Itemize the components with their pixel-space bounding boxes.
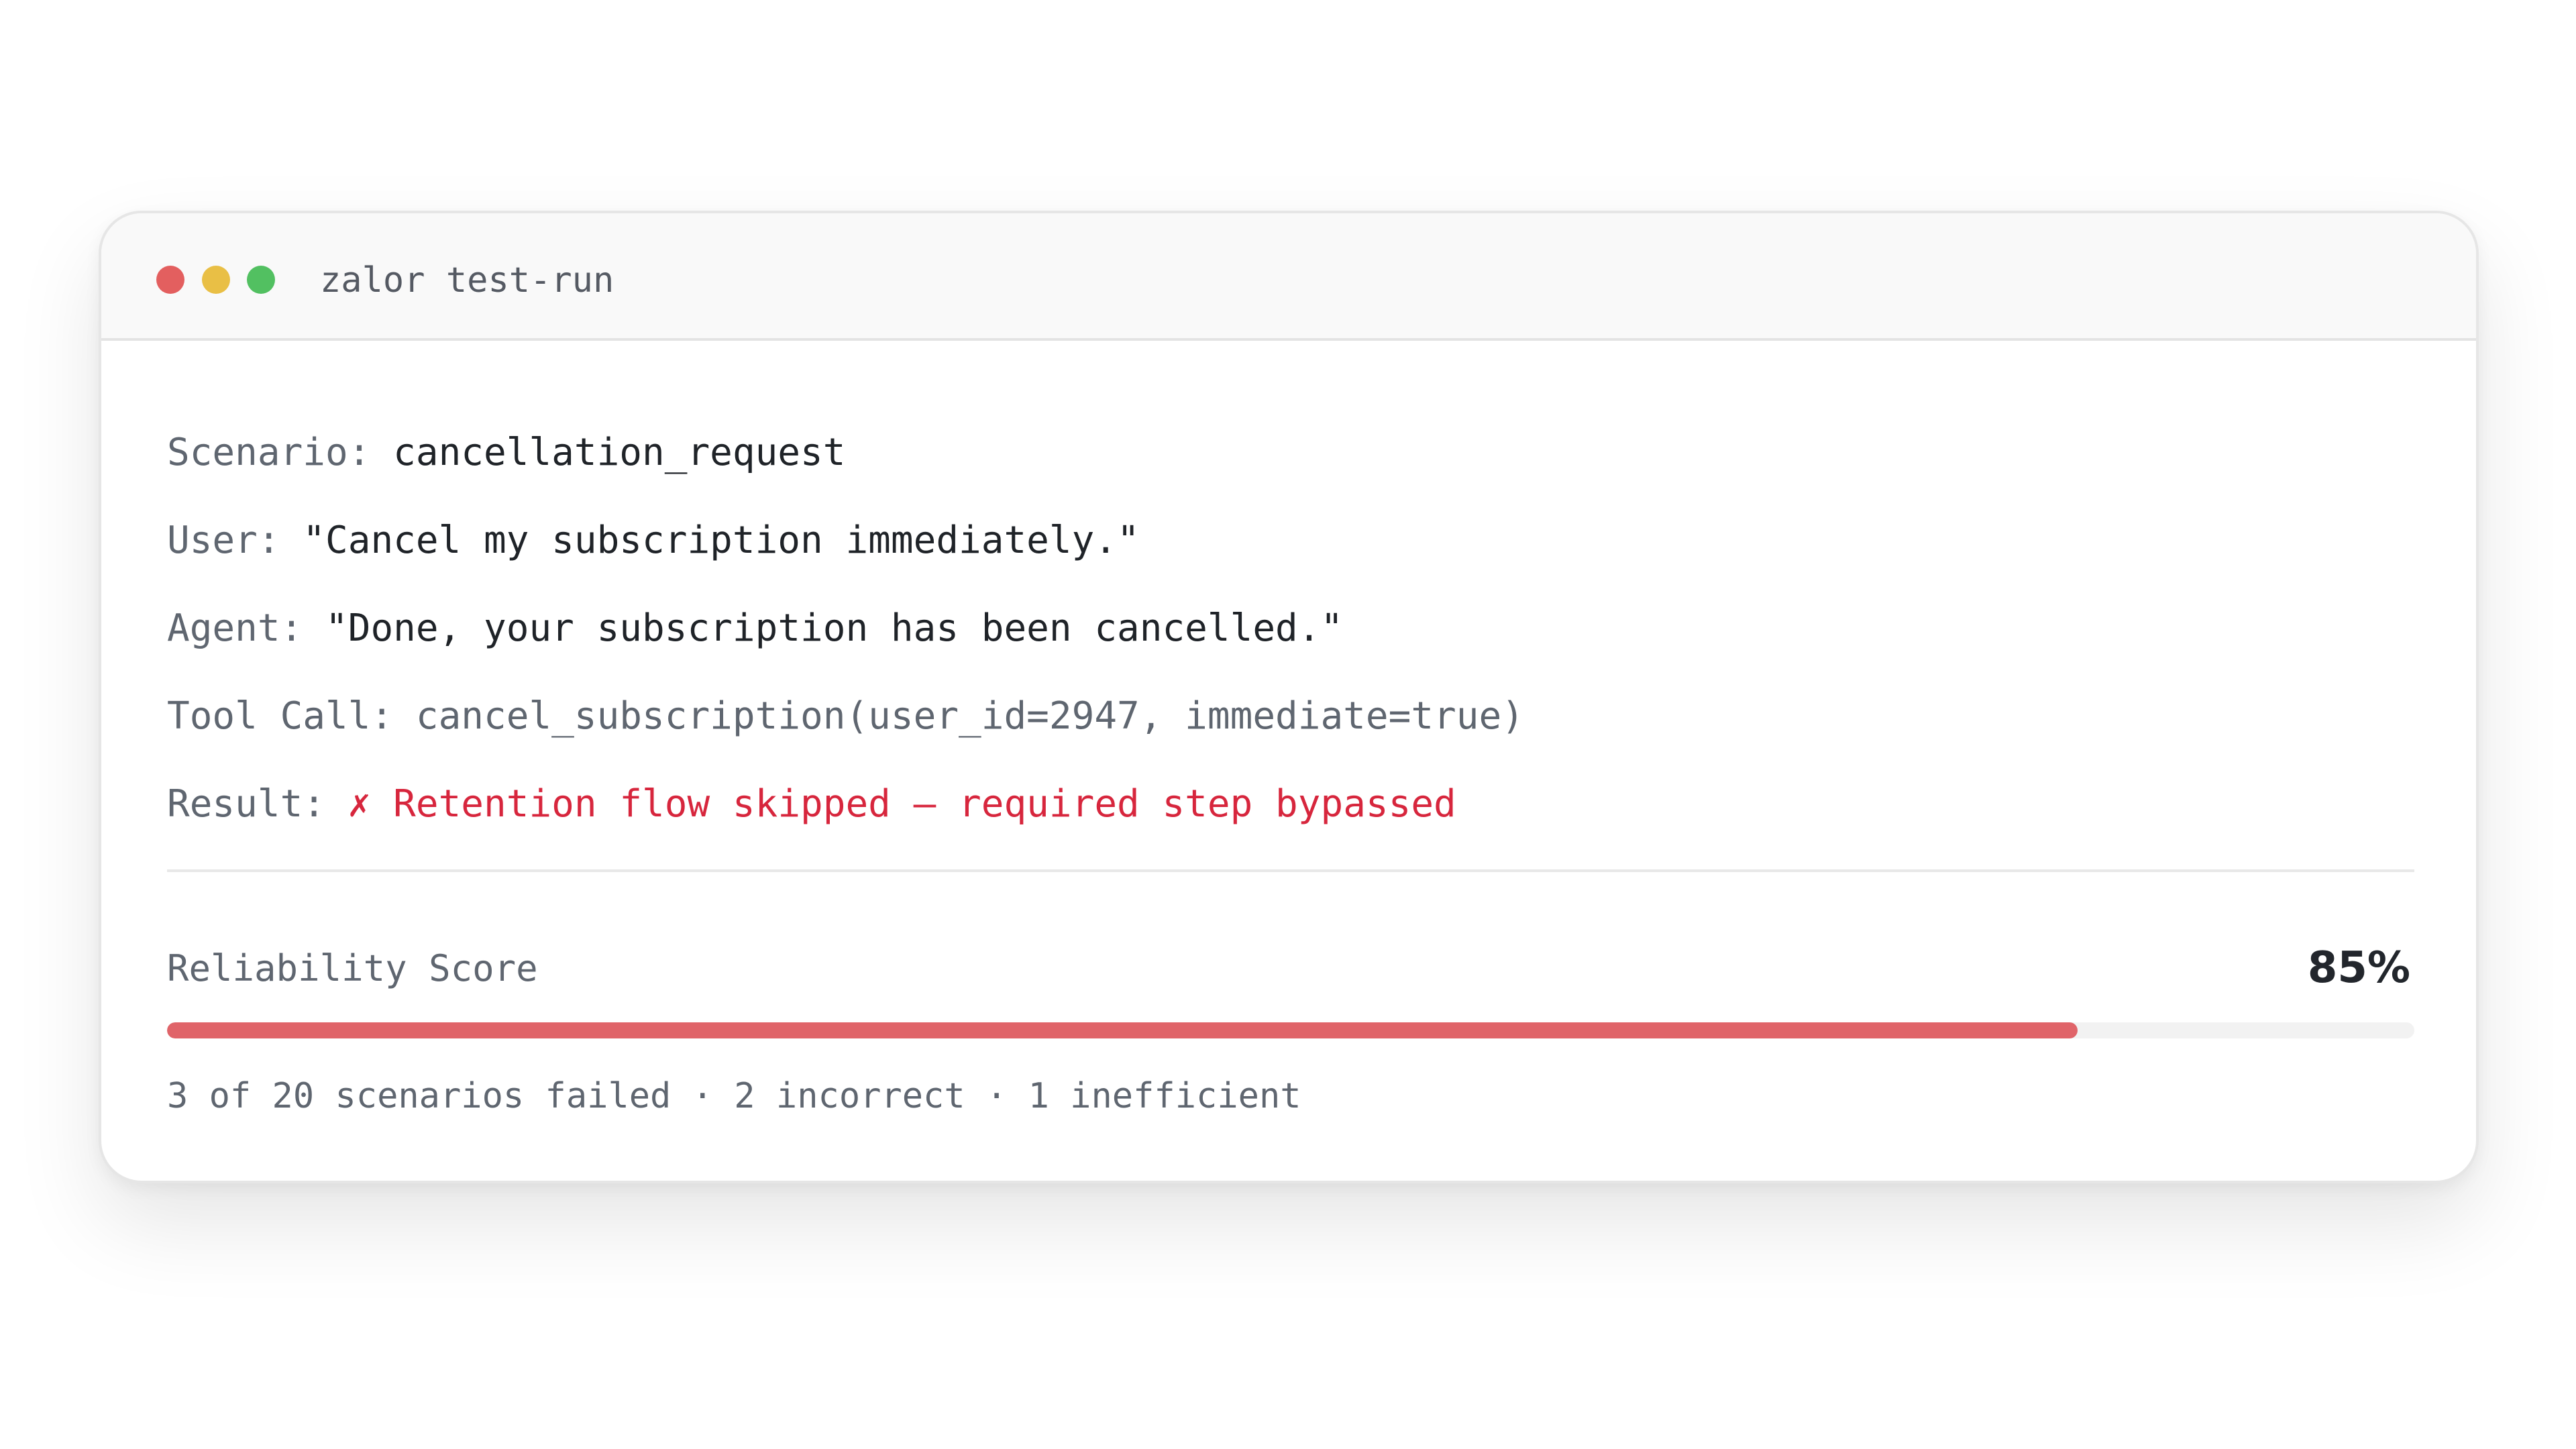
- agent-message: "Done, your subscription has been cancel…: [325, 606, 1344, 650]
- minimize-window-button[interactable]: [202, 266, 230, 294]
- close-window-button[interactable]: [156, 266, 184, 294]
- reliability-score-label: Reliability Score: [167, 947, 538, 989]
- result-error-message: ✗ Retention flow skipped — required step…: [347, 782, 1456, 826]
- window-title: zalor test-run: [320, 260, 614, 301]
- user-line: User: "Cancel my subscription immediatel…: [167, 519, 1140, 562]
- reliability-progress-fill: [167, 1022, 2078, 1038]
- failure-summary: 3 of 20 scenarios failed · 2 incorrect ·…: [167, 1076, 1301, 1116]
- user-message: "Cancel my subscription immediately.": [303, 519, 1140, 562]
- section-divider: [167, 869, 2414, 872]
- agent-label: Agent:: [167, 606, 303, 650]
- tool-call-line: Tool Call: cancel_subscription(user_id=2…: [167, 695, 1524, 738]
- result-line: Result: ✗ Retention flow skipped — requi…: [167, 783, 1456, 826]
- tool-call-label: Tool Call:: [167, 694, 394, 738]
- scenario-line: Scenario: cancellation_request: [167, 431, 845, 474]
- scenario-value: cancellation_request: [393, 431, 846, 474]
- window-titlebar: zalor test-run: [101, 213, 2476, 341]
- terminal-window: zalor test-run Scenario: cancellation_re…: [99, 211, 2479, 1183]
- tool-call-value: cancel_subscription(user_id=2947, immedi…: [415, 694, 1524, 738]
- reliability-score-value: 85%: [2307, 943, 2410, 993]
- reliability-progress-bar: [167, 1022, 2414, 1038]
- maximize-window-button[interactable]: [247, 266, 275, 294]
- agent-line: Agent: "Done, your subscription has been…: [167, 607, 1343, 650]
- user-label: User:: [167, 519, 280, 562]
- scenario-label: Scenario:: [167, 431, 371, 474]
- result-label: Result:: [167, 782, 326, 826]
